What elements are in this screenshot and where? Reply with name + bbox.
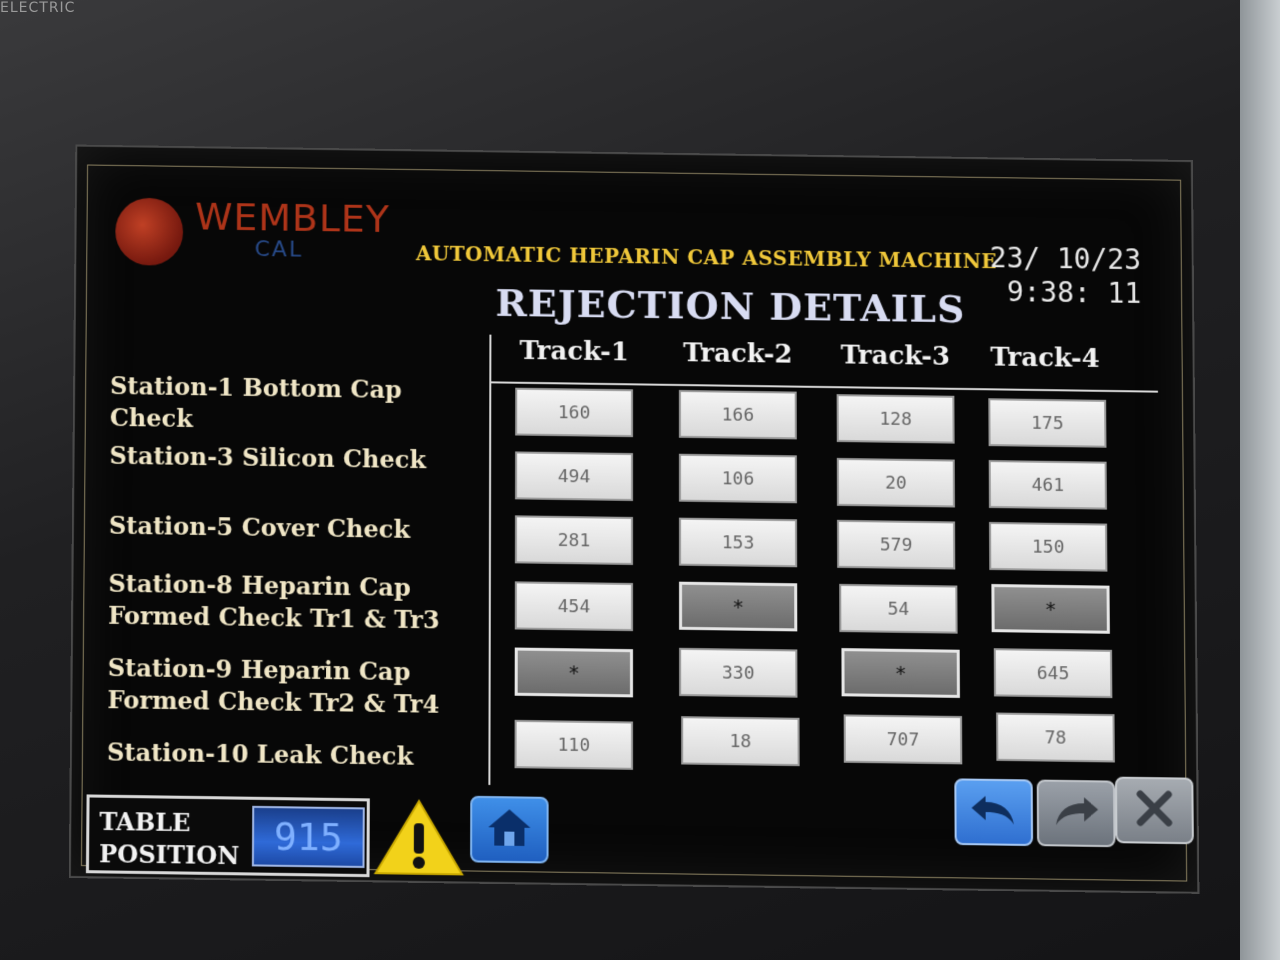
logo-emblem <box>115 197 184 266</box>
rejection-count-s3-t1[interactable]: 494 <box>515 451 634 501</box>
rejection-count-s1-t3[interactable]: 128 <box>836 394 955 444</box>
close-button[interactable] <box>1114 776 1194 845</box>
track-header-1: Track-1 <box>519 336 629 368</box>
background-wall <box>1240 0 1280 960</box>
company-logo: WEMBLEY CAL <box>115 194 414 267</box>
rejection-count-s10-t1[interactable]: 110 <box>514 719 633 770</box>
rejection-count-s10-t4[interactable]: 78 <box>996 712 1115 763</box>
station-label-line: Formed Check Tr1 & Tr3 <box>108 600 440 635</box>
rejection-count-s3-t2[interactable]: 106 <box>678 453 797 504</box>
station-label-line: Station-9 Heparin Cap <box>107 652 411 687</box>
close-icon <box>1132 786 1177 835</box>
station-label-line: Station-5 Cover Check <box>108 510 411 544</box>
date-readout: 23/ 10/23 <box>989 241 1142 277</box>
station-label-line: Station-10 Leak Check <box>106 737 414 771</box>
station-label-3: Station-3 Silicon Check <box>109 440 489 477</box>
logo-subtext: CAL <box>254 237 304 263</box>
rejection-count-s1-t4[interactable]: 175 <box>988 398 1107 448</box>
undo-arrow-icon <box>967 790 1020 835</box>
hmi-screen: WEMBLEY CAL AUTOMATIC HEPARIN CAP ASSEMB… <box>68 144 1200 894</box>
station-label-10: Station-10 Leak Check <box>107 736 489 774</box>
rejection-count-s3-t3[interactable]: 20 <box>836 457 955 508</box>
rejection-count-s5-t4[interactable]: 150 <box>989 521 1108 572</box>
bezel-brand-label: ELECTRIC <box>0 0 76 16</box>
machine-title: AUTOMATIC HEPARIN CAP ASSEMBLY MACHINE <box>415 241 998 274</box>
rejection-count-s8-t4[interactable]: * <box>991 584 1110 634</box>
forward-button[interactable] <box>1036 779 1116 848</box>
rejection-count-s8-t2[interactable]: * <box>679 581 798 632</box>
rejection-count-s8-t3[interactable]: 54 <box>839 583 958 634</box>
table-position-value: 915 <box>251 805 365 868</box>
time-readout: 9:38: 11 <box>1006 275 1142 310</box>
station-label-line: Station-8 Heparin Cap <box>108 568 411 602</box>
rejection-count-s5-t3[interactable]: 579 <box>837 519 956 570</box>
station-label-1: Station-1 Bottom Cap Check <box>110 370 490 439</box>
rejection-count-s3-t4[interactable]: 461 <box>988 460 1107 510</box>
rejection-count-s1-t2[interactable]: 166 <box>678 389 797 440</box>
rejection-count-s5-t1[interactable]: 281 <box>514 515 633 565</box>
rejection-count-s1-t1[interactable]: 160 <box>515 387 634 438</box>
track-header-2: Track-2 <box>683 338 793 370</box>
table-position-label: TABLE POSITION <box>99 806 240 873</box>
station-label-line: Station-1 Bottom Cap Check <box>109 371 402 433</box>
station-label-8: Station-8 Heparin Cap Formed Check Tr1 &… <box>108 568 489 637</box>
table-position-label-line: POSITION <box>99 839 240 871</box>
screen-frame: WEMBLEY CAL AUTOMATIC HEPARIN CAP ASSEMB… <box>80 164 1194 882</box>
track-header-4: Track-4 <box>990 342 1100 374</box>
table-position-panel: TABLE POSITION 915 <box>85 794 370 878</box>
rejection-count-s8-t1[interactable]: 454 <box>514 581 633 632</box>
redo-arrow-icon <box>1050 791 1103 836</box>
home-button[interactable] <box>470 795 549 864</box>
station-label-line: Formed Check Tr2 & Tr4 <box>107 685 440 719</box>
home-icon <box>484 805 534 854</box>
rejection-count-s9-t4[interactable]: 645 <box>993 648 1113 699</box>
track-header-3: Track-3 <box>840 340 951 372</box>
back-button[interactable] <box>954 778 1034 847</box>
logo-text: WEMBLEY <box>194 194 391 241</box>
rejection-count-s5-t2[interactable]: 153 <box>679 517 798 568</box>
page-title: REJECTION DETAILS <box>495 280 966 332</box>
rejection-count-s10-t2[interactable]: 18 <box>681 716 800 767</box>
rejection-count-s9-t2[interactable]: 330 <box>679 647 798 698</box>
station-label-line: Station-3 Silicon Check <box>109 440 427 475</box>
rejection-count-s9-t1[interactable]: * <box>514 647 633 698</box>
datetime-display: 23/ 10/23 9:38: 11 <box>990 241 1142 311</box>
station-label-5: Station-5 Cover Check <box>109 510 489 547</box>
table-position-label-line: TABLE <box>99 806 191 838</box>
rejection-count-s9-t3[interactable]: * <box>841 648 960 698</box>
rejection-count-s10-t3[interactable]: 707 <box>843 714 963 765</box>
warning-icon[interactable] <box>374 796 465 878</box>
station-label-9: Station-9 Heparin Cap Formed Check Tr2 &… <box>107 652 488 722</box>
